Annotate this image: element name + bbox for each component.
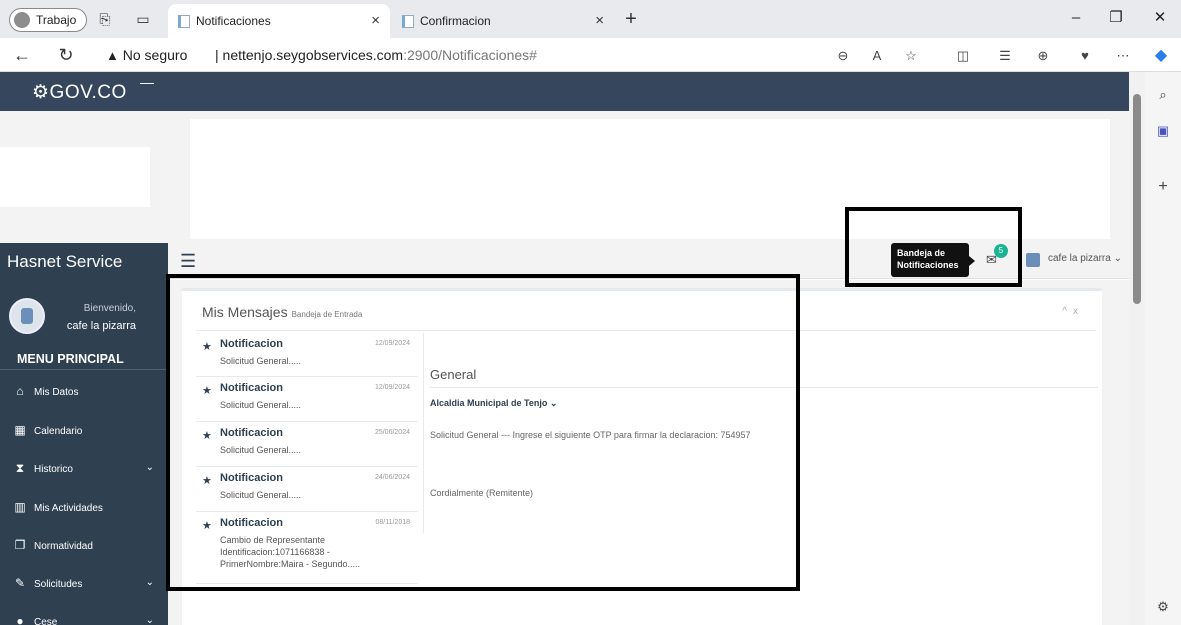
gov-dash: — <box>140 74 154 90</box>
copy-icon: ❐ <box>14 538 26 552</box>
tab-confirmacion[interactable]: Confirmacion × <box>392 4 614 38</box>
close-tab-icon[interactable]: × <box>371 4 380 38</box>
sidebar-item-solicitudes[interactable]: ✎ Solicitudes ⌄ <box>12 573 162 593</box>
profile-button[interactable]: Trabajo <box>9 8 87 32</box>
close-icon[interactable]: x <box>1073 306 1084 317</box>
chevron-down-icon: ⌄ <box>145 577 154 588</box>
edit-icon: ✎ <box>14 576 26 590</box>
profile-label: Trabajo <box>36 13 77 27</box>
main-sidebar: Hasnet Service Bienvenido, cafe la pizar… <box>0 243 168 625</box>
tab-title: Confirmacion <box>420 14 491 28</box>
welcome-text: Bienvenido, <box>83 303 136 314</box>
scrollbar-thumb[interactable] <box>1133 94 1141 304</box>
favorites-list-icon[interactable]: ☰ <box>996 47 1014 65</box>
minimize-button[interactable]: – <box>1066 8 1086 28</box>
sidebar-item-mis-actividades[interactable]: ▥ Mis Actividades <box>12 497 162 517</box>
collapse-icon[interactable]: ^ <box>1062 306 1073 317</box>
menu-title: MENU PRINCIPAL <box>17 352 124 366</box>
bar-chart-icon: ▥ <box>14 500 26 514</box>
info-icon: ● <box>16 614 24 625</box>
collections-icon[interactable]: ⊕ <box>1034 47 1052 65</box>
tab-actions-icon[interactable]: ▭ <box>134 10 152 28</box>
calendar-icon: ▦ <box>14 423 26 437</box>
sidebar-item-normatividad[interactable]: ❐ Normatividad <box>12 535 162 555</box>
highlight-box-notifications <box>845 207 1022 287</box>
gov-logo[interactable]: ⚙GOV.CO <box>32 81 127 104</box>
url-path: :2900/Notificaciones# <box>403 47 537 63</box>
url-host: nettenjo.seygobservices.com <box>222 47 404 63</box>
page-favicon-icon <box>402 15 414 28</box>
chevron-down-icon: ⌄ <box>145 615 154 625</box>
read-aloud-icon[interactable]: A <box>868 47 886 65</box>
back-button[interactable]: ← <box>12 45 32 65</box>
close-tab-icon[interactable]: × <box>595 4 604 38</box>
profile-avatar-icon <box>14 12 30 28</box>
not-secure-label: No seguro <box>122 47 188 63</box>
sidebar-item-historico[interactable]: ⧗ Historico ⌄ <box>12 458 162 478</box>
teams-icon[interactable]: ▣ <box>1154 122 1172 140</box>
close-window-button[interactable]: ✕ <box>1150 8 1170 28</box>
search-icon[interactable]: ⌕ <box>1154 86 1172 104</box>
url-field[interactable]: | nettenjo.seygobservices.com:2900/Notif… <box>215 45 537 65</box>
settings-gear-icon[interactable]: ⚙ <box>1154 598 1172 616</box>
extensions-icon[interactable]: ♥ <box>1076 47 1094 65</box>
address-bar: ← ↻ ▲ No seguro | nettenjo.seygobservice… <box>0 38 1181 72</box>
new-tab-button[interactable]: + <box>622 9 640 29</box>
panel-tools[interactable]: ^x <box>1062 306 1084 317</box>
warning-icon: ▲ <box>106 48 119 63</box>
brand-title: Hasnet Service <box>7 252 123 271</box>
user-name: cafe la pizarra <box>66 320 136 332</box>
restore-button[interactable]: ❐ <box>1106 8 1126 28</box>
tab-title: Notificaciones <box>196 14 271 28</box>
tab-notificaciones[interactable]: Notificaciones × <box>168 4 390 38</box>
user-avatar-small <box>1026 253 1040 267</box>
browser-tab-bar: Trabajo ⎘ ▭ Notificaciones × Confirmacio… <box>0 0 1181 38</box>
redacted-area <box>0 147 150 207</box>
hourglass-icon: ⧗ <box>15 461 25 475</box>
hamburger-menu-icon[interactable]: ☰ <box>180 251 196 272</box>
security-warning[interactable]: ▲ No seguro <box>106 45 187 66</box>
user-dropdown[interactable]: cafe la pizarra ⌄ <box>1048 253 1122 264</box>
favorite-star-icon[interactable]: ☆ <box>902 47 920 65</box>
gov-header-bar: ⚙GOV.CO — <box>0 72 1129 111</box>
split-screen-icon[interactable]: ◫ <box>954 47 972 65</box>
chevron-down-icon: ⌄ <box>145 462 154 473</box>
home-icon: ⌂ <box>16 384 24 398</box>
add-icon[interactable]: + <box>1154 178 1172 196</box>
more-menu-icon[interactable]: ⋯ <box>1114 47 1132 65</box>
copilot-icon[interactable]: ◆ <box>1152 47 1170 65</box>
refresh-button[interactable]: ↻ <box>56 45 76 65</box>
sidebar-item-cese[interactable]: ● Cese ⌄ <box>12 611 162 625</box>
highlight-box-messages <box>166 274 800 591</box>
sidebar-item-mis-datos[interactable]: ⌂ Mis Datos <box>12 381 162 401</box>
sidebar-item-calendario[interactable]: ▦ Calendario <box>12 420 162 440</box>
page-scrollbar[interactable] <box>1129 72 1145 625</box>
workspaces-icon[interactable]: ⎘ <box>96 10 114 28</box>
menu-divider <box>0 369 168 370</box>
page-favicon-icon <box>178 15 190 28</box>
edge-sidebar: ⌕ ▣ + ⚙ <box>1145 72 1181 625</box>
zoom-icon[interactable]: ⊖ <box>834 47 852 65</box>
